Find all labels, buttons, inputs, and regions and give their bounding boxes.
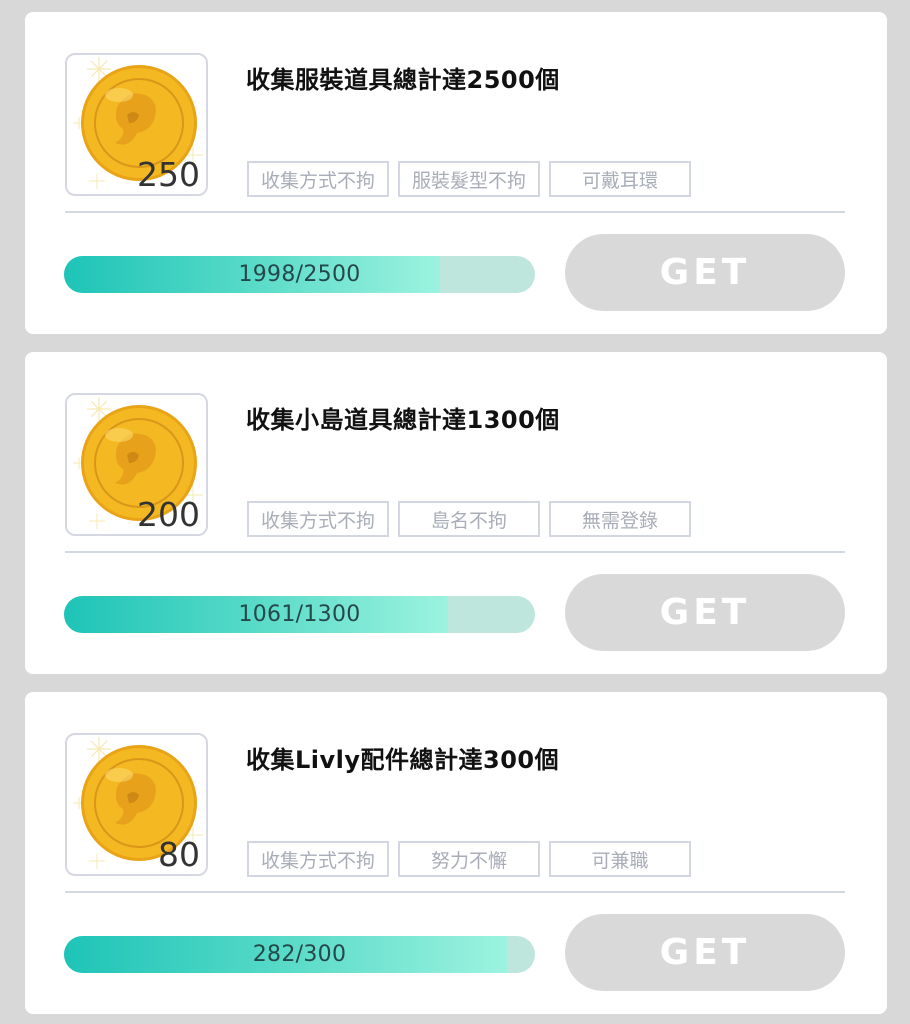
quest-tag: 收集方式不拘: [247, 161, 389, 197]
progress-bar: 282/300: [64, 936, 535, 973]
quest-card: 200 收集小島道具總計達1300個 收集方式不拘 島名不拘 無需登錄 1061…: [25, 352, 887, 674]
reward-thumbnail: 80: [65, 733, 208, 876]
divider: [65, 891, 845, 893]
reward-amount: 250: [137, 155, 200, 194]
quest-tag: 收集方式不拘: [247, 501, 389, 537]
quest-tag: 服裝髮型不拘: [398, 161, 540, 197]
reward-thumbnail: 250: [65, 53, 208, 196]
progress-text: 1998/2500: [238, 262, 361, 287]
quest-title: 收集小島道具總計達1300個: [246, 406, 560, 434]
progress-text: 1061/1300: [238, 602, 361, 627]
progress-bar: 1061/1300: [64, 596, 535, 633]
get-button[interactable]: GET: [565, 914, 845, 991]
quest-title: 收集服裝道具總計達2500個: [246, 66, 560, 94]
reward-amount: 80: [158, 835, 200, 874]
reward-thumbnail: 200: [65, 393, 208, 536]
quest-tag: 無需登錄: [549, 501, 691, 537]
quest-card: 250 收集服裝道具總計達2500個 收集方式不拘 服裝髮型不拘 可戴耳環 19…: [25, 12, 887, 334]
reward-amount: 200: [137, 495, 200, 534]
get-button[interactable]: GET: [565, 574, 845, 651]
quest-title: 收集Livly配件總計達300個: [246, 746, 560, 774]
quest-tag: 可戴耳環: [549, 161, 691, 197]
quest-tag: 努力不懈: [398, 841, 540, 877]
quest-card: 80 收集Livly配件總計達300個 收集方式不拘 努力不懈 可兼職 282/…: [25, 692, 887, 1014]
quest-tag: 島名不拘: [398, 501, 540, 537]
divider: [65, 211, 845, 213]
get-button[interactable]: GET: [565, 234, 845, 311]
divider: [65, 551, 845, 553]
quest-tag: 收集方式不拘: [247, 841, 389, 877]
progress-text: 282/300: [252, 942, 347, 967]
progress-bar: 1998/2500: [64, 256, 535, 293]
quest-tag: 可兼職: [549, 841, 691, 877]
